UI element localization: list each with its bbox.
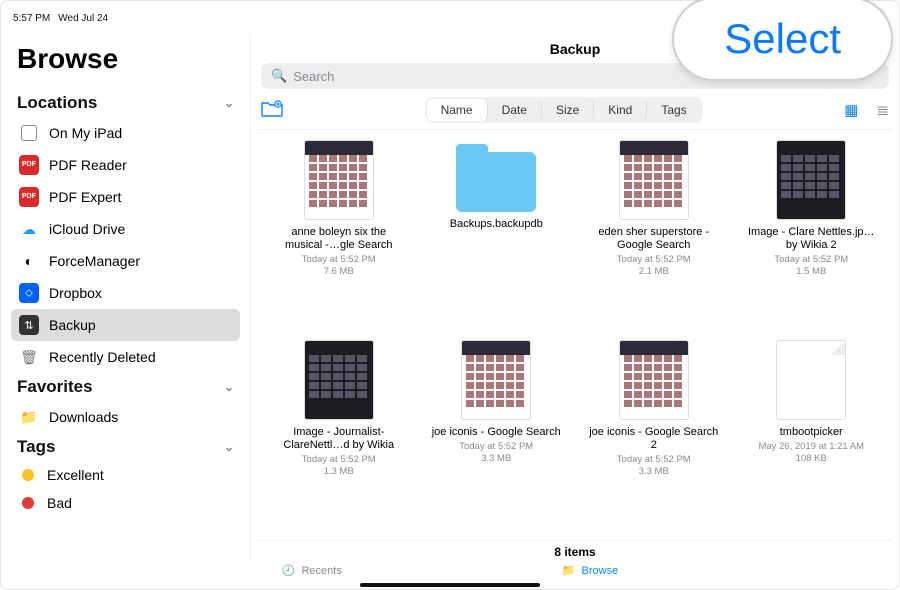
thumbnail xyxy=(776,140,846,220)
toolbar: NameDateSizeKindTags ▦ ≣ xyxy=(257,91,893,130)
sidebar-item-backup[interactable]: ⇅Backup xyxy=(11,309,240,341)
sidebar-item-label: iCloud Drive xyxy=(49,221,125,237)
tag-color-dot xyxy=(22,497,34,509)
sidebar-item-label: Recently Deleted xyxy=(49,349,156,365)
file-name: Backups.backupdb xyxy=(450,218,543,231)
section-favorites-label: Favorites xyxy=(17,377,93,397)
thumbnail xyxy=(461,340,531,420)
file-item[interactable]: eden sher superstore - Google SearchToda… xyxy=(578,140,730,330)
sidebar-item-icloud-drive[interactable]: ☁︎iCloud Drive xyxy=(11,213,240,245)
section-favorites[interactable]: Favorites ⌄ xyxy=(11,373,240,401)
sidebar-item-label: On My iPad xyxy=(49,125,122,141)
sort-kind[interactable]: Kind xyxy=(594,99,647,121)
section-locations[interactable]: Locations ⌄ xyxy=(11,89,240,117)
list-view-icon[interactable]: ≣ xyxy=(876,101,889,119)
sort-segmented[interactable]: NameDateSizeKindTags xyxy=(425,97,703,123)
thumbnail xyxy=(619,140,689,220)
sort-date[interactable]: Date xyxy=(488,99,542,121)
section-tags[interactable]: Tags ⌄ xyxy=(11,433,240,461)
thumbnail xyxy=(304,340,374,420)
content-pane: Backup 🔍 Search NameDateSizeKindTags ▦ ≣… xyxy=(251,35,899,563)
file-name: anne boleyn six the musical -…gle Search xyxy=(274,226,404,252)
sidebar-item-downloads[interactable]: 📁Downloads xyxy=(11,401,240,433)
sidebar-item-label: Bad xyxy=(47,495,72,511)
thumbnail xyxy=(619,340,689,420)
chevron-down-icon: ⌄ xyxy=(224,380,234,394)
sidebar-item-label: Downloads xyxy=(49,409,118,425)
file-meta: Today at 5:52 PM3.3 MB xyxy=(617,454,691,478)
status-time: 5:57 PM xyxy=(13,13,50,24)
sidebar: Browse Locations ⌄ On My iPad PDFPDF Read… xyxy=(1,35,251,563)
file-meta: Today at 5:52 PM1.5 MB xyxy=(774,254,848,278)
sidebar-item-pdf-expert[interactable]: PDFPDF Expert xyxy=(11,181,240,213)
bottom-tabbar: 🕘 Recents 📁 Browse xyxy=(1,558,899,583)
select-callout[interactable]: Select xyxy=(672,0,893,81)
file-item[interactable]: joe iconis - Google Search Today at 5:52 … xyxy=(421,340,573,530)
sidebar-item-recently-deleted[interactable]: 🗑Recently Deleted xyxy=(11,341,240,373)
tab-recents-label: Recents xyxy=(301,565,341,577)
sort-tags[interactable]: Tags xyxy=(647,99,700,121)
file-item[interactable]: tmbootpicker May 26, 2019 at 1:21 AM108 K… xyxy=(736,340,888,530)
file-meta: Today at 5:52 PM2.1 MB xyxy=(617,254,691,278)
sidebar-item-dropbox[interactable]: ⬦Dropbox xyxy=(11,277,240,309)
file-item[interactable]: Backups.backupdb xyxy=(421,140,573,330)
folder-icon: 📁 xyxy=(562,564,576,577)
file-icon xyxy=(776,340,846,420)
tag-bad[interactable]: Bad xyxy=(11,489,240,517)
sidebar-item-pdf-reader[interactable]: PDFPDF Reader xyxy=(11,149,240,181)
home-indicator[interactable] xyxy=(360,583,540,587)
folder-icon xyxy=(456,152,536,212)
tab-recents[interactable]: 🕘 Recents xyxy=(282,564,342,577)
new-folder-icon[interactable] xyxy=(261,99,283,122)
sidebar-item-label: ForceManager xyxy=(49,253,140,269)
sidebar-item-forcemanager[interactable]: ◐ForceManager xyxy=(11,245,240,277)
file-meta: Today at 5:52 PM3.3 MB xyxy=(459,441,533,465)
sidebar-item-label: Excellent xyxy=(47,467,104,483)
sidebar-item-label: Dropbox xyxy=(49,285,102,301)
section-locations-label: Locations xyxy=(17,93,97,113)
sidebar-item-label: PDF Reader xyxy=(49,157,127,173)
file-meta: Today at 5:52 PM7.6 MB xyxy=(302,254,376,278)
thumbnail xyxy=(304,140,374,220)
sort-size[interactable]: Size xyxy=(542,99,594,121)
file-name: Image - Journalist-ClareNettl…d by Wikia xyxy=(274,426,404,452)
chevron-down-icon: ⌄ xyxy=(224,96,234,110)
sort-name[interactable]: Name xyxy=(427,99,488,121)
status-date: Wed Jul 24 xyxy=(58,13,108,24)
file-name: eden sher superstore - Google Search xyxy=(589,226,719,252)
search-placeholder: Search xyxy=(293,69,334,84)
tab-browse[interactable]: 📁 Browse xyxy=(562,564,618,577)
chevron-down-icon: ⌄ xyxy=(224,440,234,454)
clock-icon: 🕘 xyxy=(282,564,296,577)
grid-view-icon[interactable]: ▦ xyxy=(844,101,858,119)
file-item[interactable]: Image - Clare Nettles.jp…by Wikia 2Today… xyxy=(736,140,888,330)
sidebar-item-label: PDF Expert xyxy=(49,189,121,205)
file-item[interactable]: joe iconis - Google Search 2Today at 5:5… xyxy=(578,340,730,530)
sidebar-item-on-my-ipad[interactable]: On My iPad xyxy=(11,117,240,149)
file-grid: anne boleyn six the musical -…gle Search… xyxy=(257,130,893,540)
file-name: tmbootpicker xyxy=(780,426,843,439)
sidebar-item-label: Backup xyxy=(49,317,96,333)
search-icon: 🔍 xyxy=(271,68,287,84)
tab-browse-label: Browse xyxy=(582,565,619,577)
file-name: joe iconis - Google Search xyxy=(432,426,561,439)
file-item[interactable]: anne boleyn six the musical -…gle Search… xyxy=(263,140,415,330)
file-meta: May 26, 2019 at 1:21 AM108 KB xyxy=(758,441,864,465)
browse-heading: Browse xyxy=(11,35,240,89)
tag-excellent[interactable]: Excellent xyxy=(11,461,240,489)
file-name: joe iconis - Google Search 2 xyxy=(589,426,719,452)
file-item[interactable]: Image - Journalist-ClareNettl…d by Wikia… xyxy=(263,340,415,530)
file-meta: Today at 5:52 PM1.3 MB xyxy=(302,454,376,478)
section-tags-label: Tags xyxy=(17,437,55,457)
tag-color-dot xyxy=(22,469,34,481)
file-name: Image - Clare Nettles.jp…by Wikia 2 xyxy=(746,226,876,252)
